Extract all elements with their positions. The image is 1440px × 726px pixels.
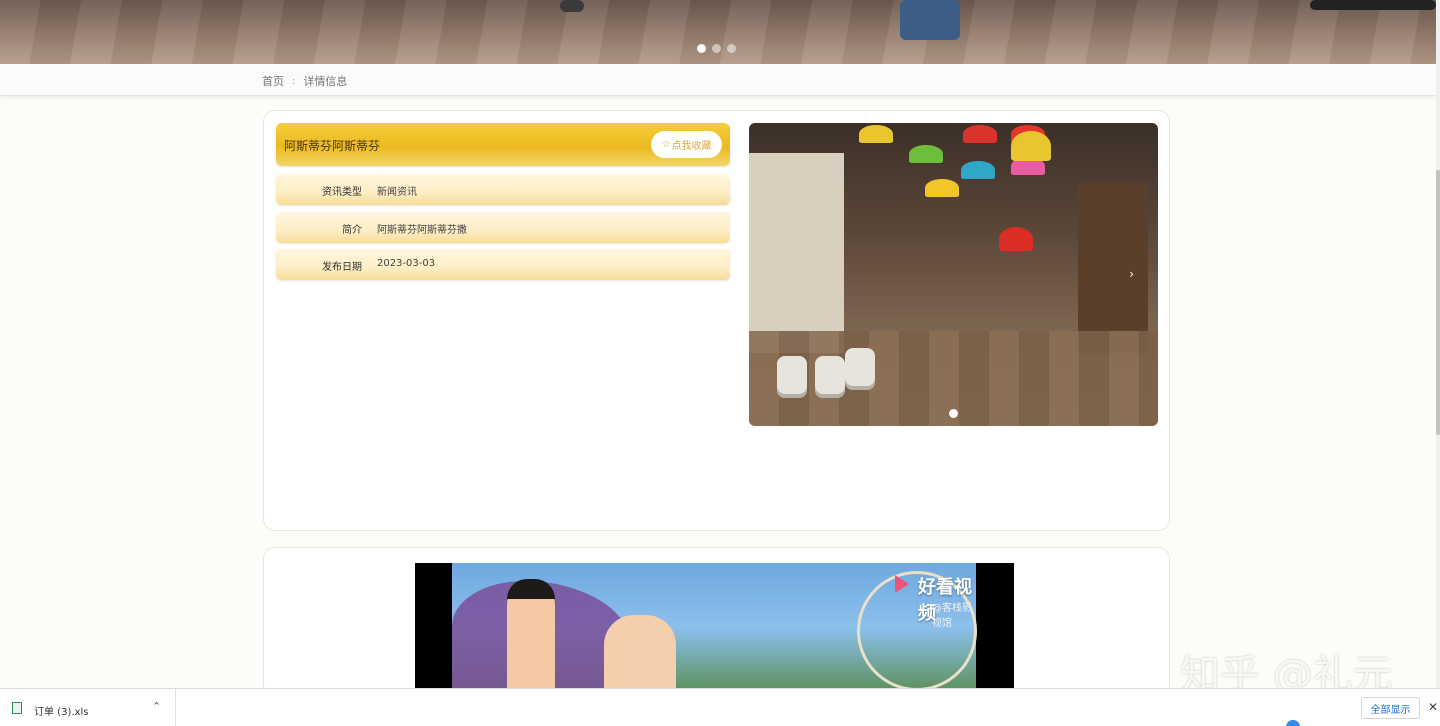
lantern <box>963 125 997 143</box>
hero-person <box>560 0 584 12</box>
star-outline-icon: ☆ <box>661 139 671 150</box>
photo-shelf <box>1078 183 1148 353</box>
lantern <box>859 125 893 143</box>
barrel <box>845 348 875 390</box>
lantern <box>925 179 959 197</box>
breadcrumb: 首页 : 详情信息 <box>262 73 347 89</box>
photo-wall <box>749 153 844 353</box>
field-value: 2023-03-03 <box>377 258 436 269</box>
field-value: 新闻资讯 <box>377 187 417 198</box>
hero-dot[interactable] <box>712 44 721 53</box>
lantern <box>961 161 995 179</box>
field-label: 发布日期 <box>322 262 362 273</box>
detail-title: 阿斯蒂芬阿斯蒂芬 <box>284 139 381 153</box>
download-bar: 订单 (3).xls ⌃ 全部显示 ✕ <box>0 688 1440 726</box>
photo-carousel[interactable]: › <box>749 123 1158 426</box>
hero-background <box>0 0 1436 64</box>
video-player[interactable]: 好看视频 @客栈影视馆 <box>415 563 1014 693</box>
play-logo-icon <box>895 575 909 593</box>
spreadsheet-file-icon <box>12 702 22 714</box>
favorite-button[interactable]: ☆ 点我收藏 <box>651 131 722 158</box>
photo-carousel-dot[interactable] <box>949 409 958 418</box>
breadcrumb-home[interactable]: 首页 <box>262 73 284 89</box>
lantern <box>999 227 1033 251</box>
breadcrumb-current: 详情信息 <box>303 75 348 88</box>
hero-carousel-dots <box>697 44 736 53</box>
field-label: 资讯类型 <box>322 187 362 198</box>
chevron-up-icon[interactable]: ⌃ <box>152 700 161 713</box>
download-item[interactable]: 订单 (3).xls ⌃ <box>0 689 176 726</box>
hero-person <box>900 0 960 40</box>
field-row-type: 资讯类型 新闻资讯 <box>276 174 730 205</box>
title-bar: 阿斯蒂芬阿斯蒂芬 ☆ 点我收藏 <box>276 123 730 166</box>
breadcrumb-separator: : <box>292 75 296 87</box>
field-label: 简介 <box>342 225 362 236</box>
field-value: 阿斯蒂芬阿斯蒂芬撒 <box>377 225 467 236</box>
show-all-downloads-button[interactable]: 全部显示 <box>1361 697 1420 719</box>
video-card: 好看视频 @客栈影视馆 <box>263 547 1170 697</box>
lantern <box>1011 131 1051 161</box>
favorite-label: 点我收藏 <box>671 141 712 152</box>
video-channel: @客栈影视馆 <box>932 603 972 629</box>
page-scrollbar[interactable] <box>1436 0 1440 690</box>
hero-dot[interactable] <box>727 44 736 53</box>
download-file-name[interactable]: 订单 (3).xls <box>34 703 88 718</box>
video-frame: 好看视频 @客栈影视馆 <box>452 563 977 693</box>
video-character <box>507 583 555 693</box>
hero-person <box>1310 0 1436 10</box>
barrel <box>815 356 845 398</box>
close-icon[interactable]: ✕ <box>1428 700 1438 714</box>
hero-dot[interactable] <box>697 44 706 53</box>
breadcrumb-bar: 首页 : 详情信息 <box>0 64 1436 96</box>
hero-banner <box>0 0 1436 64</box>
field-row-date: 发布日期 2023-03-03 <box>276 249 730 280</box>
barrel <box>777 356 807 398</box>
lantern <box>909 145 943 163</box>
field-row-summary: 简介 阿斯蒂芬阿斯蒂芬撒 <box>276 212 730 243</box>
chevron-right-icon[interactable]: › <box>1129 267 1134 281</box>
video-character <box>604 615 676 693</box>
detail-card: 阿斯蒂芬阿斯蒂芬 ☆ 点我收藏 资讯类型 新闻资讯 简介 阿斯蒂芬阿斯蒂芬撒 发… <box>263 110 1170 531</box>
scroll-thumb[interactable] <box>1436 170 1440 435</box>
